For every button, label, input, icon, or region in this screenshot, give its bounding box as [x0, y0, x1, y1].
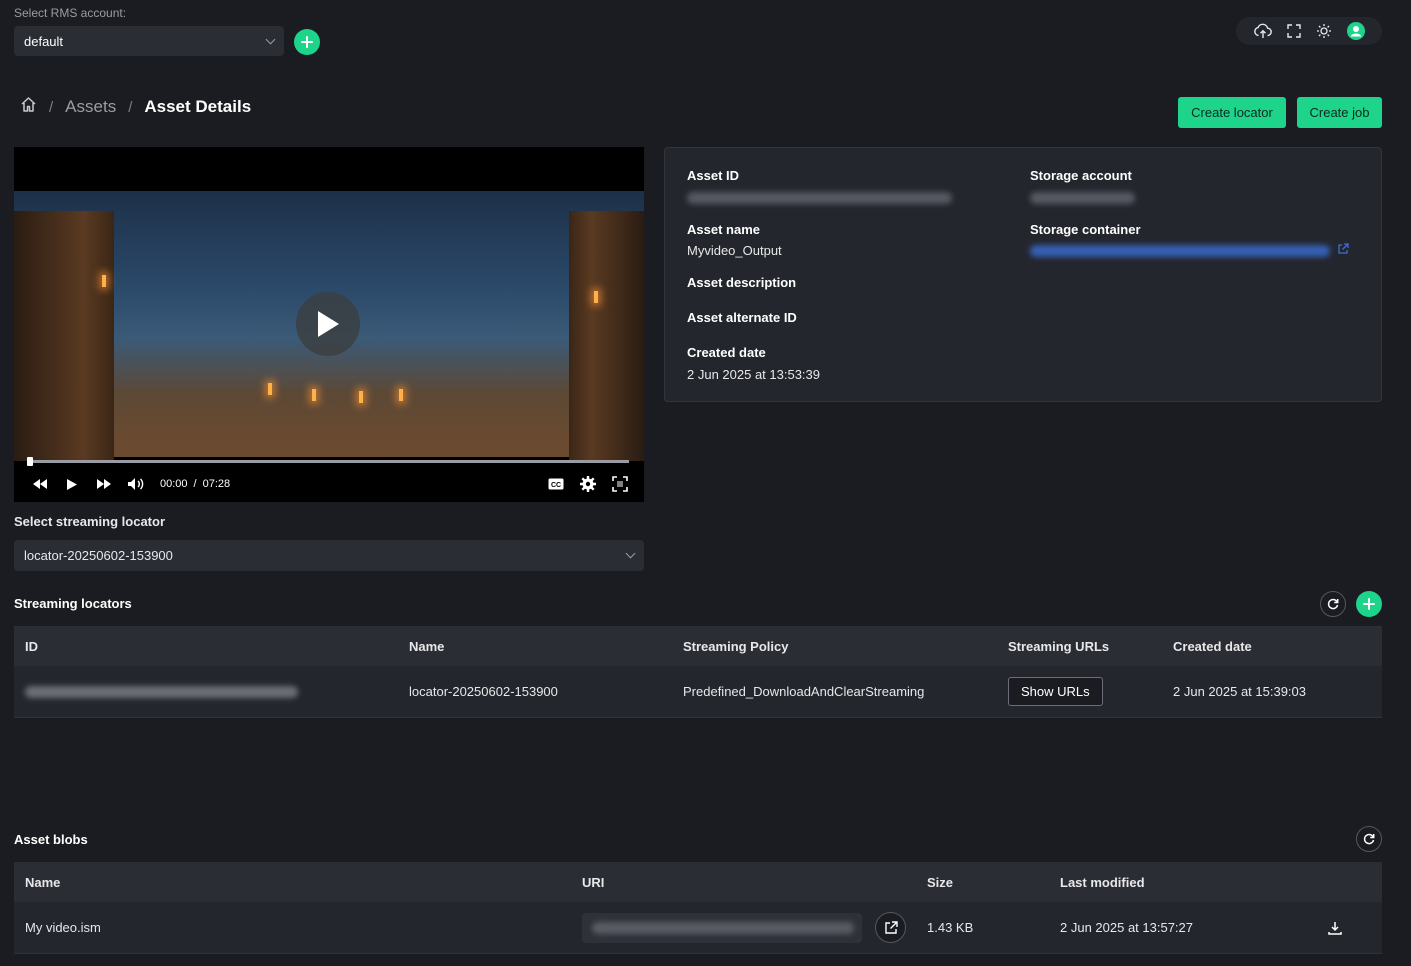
blob-size: 1.43 KB [927, 920, 974, 935]
captions-icon[interactable]: CC [540, 478, 572, 490]
asset-name-label: Asset name [687, 222, 760, 237]
breadcrumb: / Assets / Asset Details [20, 96, 251, 118]
asset-blobs-title: Asset blobs [14, 832, 88, 847]
asset-id-label: Asset ID [687, 168, 740, 183]
refresh-icon [1363, 833, 1375, 845]
play-icon[interactable] [56, 478, 88, 491]
theme-sun-icon[interactable] [1316, 23, 1332, 39]
asset-details-panel: Asset ID Asset name Myvideo_Output Asset… [664, 147, 1382, 402]
duration: 07:28 [202, 478, 231, 490]
locator-name: locator-20250602-153900 [409, 684, 558, 699]
rms-account-label: Select RMS account: [14, 6, 127, 20]
rms-account-select[interactable]: default [14, 26, 284, 56]
external-link-icon[interactable] [1337, 243, 1349, 258]
blob-uri-field[interactable] [582, 912, 862, 943]
blob-last-modified: 2 Jun 2025 at 13:57:27 [1060, 920, 1194, 935]
created-date-value: 2 Jun 2025 at 13:53:39 [687, 367, 821, 382]
rms-account-value: default [24, 33, 64, 49]
top-toolbar [1236, 17, 1382, 45]
settings-gear-icon[interactable] [572, 475, 604, 493]
refresh-blobs-button[interactable] [1356, 826, 1382, 852]
create-locator-button[interactable]: Create locator [1178, 97, 1286, 128]
table-header: ID Name Streaming Policy Streaming URLs … [14, 626, 1382, 666]
refresh-icon [1327, 598, 1339, 610]
created-date-label: Created date [687, 345, 766, 360]
storage-container-link-redacted[interactable] [1030, 245, 1330, 257]
table-header: Name URI Size Last modified [14, 862, 1382, 902]
column-header-size: Size [927, 874, 954, 890]
add-rms-account-button[interactable] [294, 29, 320, 55]
asset-description-label: Asset description [687, 275, 797, 290]
streaming-locator-select-value: locator-20250602-153900 [24, 548, 173, 563]
table-row: My video.ism 1.43 KB 2 Jun 2025 at 13:57… [14, 902, 1382, 954]
column-header-urls: Streaming URLs [1008, 638, 1110, 654]
big-play-button[interactable] [296, 292, 360, 356]
asset-alternate-id-label: Asset alternate ID [687, 310, 797, 325]
open-blob-button[interactable] [875, 912, 906, 943]
streaming-locator-select-label: Select streaming locator [14, 514, 165, 529]
fullscreen-icon[interactable] [1286, 24, 1301, 38]
plus-icon [301, 36, 313, 48]
column-header-created: Created date [1173, 638, 1252, 654]
asset-name-value: Myvideo_Output [687, 243, 782, 258]
video-player[interactable]: 00:00 / 07:28 CC [14, 147, 644, 502]
show-urls-button[interactable]: Show URLs [1008, 677, 1103, 706]
breadcrumb-separator: / [128, 98, 133, 116]
home-icon[interactable] [20, 96, 37, 118]
video-controls: 00:00 / 07:28 CC [24, 472, 636, 496]
table-row: locator-20250602-153900 Predefined_Downl… [14, 666, 1382, 718]
column-header-last-modified: Last modified [1060, 874, 1145, 890]
locator-id-redacted [25, 686, 298, 698]
chevron-down-icon [625, 548, 636, 559]
chevron-down-icon [265, 34, 276, 44]
storage-container-label: Storage container [1030, 222, 1141, 237]
blob-name: My video.ism [25, 920, 101, 935]
play-icon [318, 311, 339, 337]
user-avatar-icon[interactable] [1346, 22, 1365, 40]
create-job-button[interactable]: Create job [1297, 97, 1382, 128]
locator-created: 2 Jun 2025 at 15:39:03 [1173, 684, 1307, 699]
blob-uri-redacted [592, 921, 854, 934]
streaming-locators-title: Streaming locators [14, 596, 132, 611]
locator-policy: Predefined_DownloadAndClearStreaming [683, 684, 925, 699]
column-header-uri: URI [582, 874, 605, 890]
column-header-name: Name [409, 638, 445, 654]
external-link-icon [884, 920, 898, 934]
current-time: 00:00 [160, 478, 188, 490]
refresh-locators-button[interactable] [1320, 591, 1346, 617]
column-header-policy: Streaming Policy [683, 638, 789, 654]
time-separator: / [193, 478, 197, 490]
breadcrumb-assets-link[interactable]: Assets [65, 97, 116, 117]
add-locator-button[interactable] [1356, 591, 1382, 617]
fast-forward-icon[interactable] [88, 478, 120, 490]
download-icon[interactable] [1328, 902, 1342, 953]
fullscreen-video-icon[interactable] [604, 476, 636, 492]
svg-text:CC: CC [551, 482, 561, 489]
volume-icon[interactable] [120, 477, 152, 491]
asset-blobs-table: Name URI Size Last modified My video.ism… [14, 862, 1382, 954]
column-header-name: Name [25, 874, 61, 890]
cloud-upload-icon[interactable] [1253, 23, 1272, 39]
asset-id-value-redacted [687, 192, 952, 204]
rewind-icon[interactable] [24, 478, 56, 490]
storage-account-value-redacted [1030, 192, 1135, 204]
column-header-id: ID [25, 638, 38, 654]
breadcrumb-separator: / [49, 98, 54, 116]
storage-account-label: Storage account [1030, 168, 1132, 183]
streaming-locator-select[interactable]: locator-20250602-153900 [14, 540, 644, 571]
progress-knob[interactable] [27, 457, 33, 466]
plus-icon [1363, 598, 1375, 610]
video-progress-bar[interactable] [27, 457, 629, 466]
page-title: Asset Details [144, 97, 252, 116]
streaming-locators-table: ID Name Streaming Policy Streaming URLs … [14, 626, 1382, 718]
